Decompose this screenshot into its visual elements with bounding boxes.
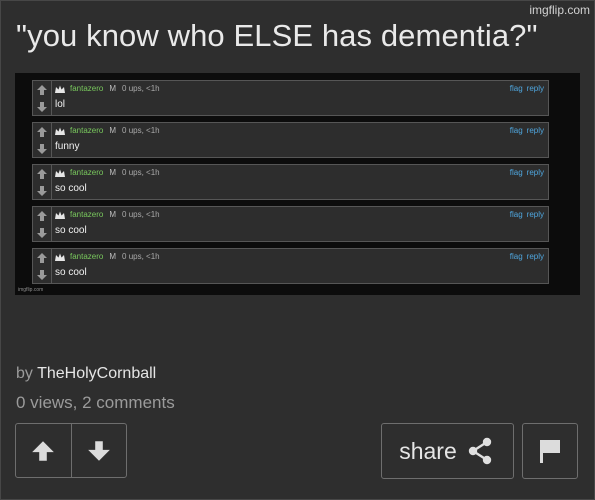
view-comment-stats: 0 views, 2 comments <box>16 393 175 412</box>
comment-downvote[interactable] <box>33 224 51 241</box>
upvote-button[interactable] <box>16 424 71 477</box>
flag-link[interactable]: flag <box>510 84 523 93</box>
share-label: share <box>399 437 457 464</box>
comment-stats: 0 ups, <1h <box>122 84 160 93</box>
comment-upvote[interactable] <box>33 165 51 182</box>
comment-meta: fantazero M 0 ups, <1h <box>55 126 160 135</box>
arrow-down-icon <box>37 227 47 238</box>
comment-votes <box>33 165 52 199</box>
comment-meta: fantazero M 0 ups, <1h <box>55 210 160 219</box>
flag-link[interactable]: flag <box>510 168 523 177</box>
vote-buttons <box>15 423 127 478</box>
comment-username[interactable]: fantazero <box>70 84 103 93</box>
comment-stats: 0 ups, <1h <box>122 210 160 219</box>
meme-image[interactable]: fantazero M 0 ups, <1h flag reply lol fantazer… <box>15 73 580 295</box>
arrow-down-icon <box>37 269 47 280</box>
flag-icon <box>540 440 560 463</box>
mod-badge: M <box>109 252 117 261</box>
arrow-up-icon <box>37 210 47 221</box>
comment-username[interactable]: fantazero <box>70 168 103 177</box>
share-icon <box>464 435 496 467</box>
reply-link[interactable]: reply <box>527 252 544 261</box>
comment-text: so cool <box>55 225 87 236</box>
comment-downvote[interactable] <box>33 182 51 199</box>
comment-votes <box>33 123 52 157</box>
downvote-button[interactable] <box>70 424 127 477</box>
author-link[interactable]: TheHolyCornball <box>37 365 156 382</box>
comment-item: fantazero M 0 ups, <1h flag reply so cool <box>32 164 549 200</box>
mod-badge: M <box>109 126 117 135</box>
comment-votes <box>33 81 52 115</box>
arrow-up-icon <box>32 440 55 461</box>
comment-upvote[interactable] <box>33 249 51 266</box>
comment-meta: fantazero M 0 ups, <1h <box>55 168 160 177</box>
comment-votes <box>33 207 52 241</box>
comment-text: funny <box>55 141 80 152</box>
comment-downvote[interactable] <box>33 98 51 115</box>
crown-icon <box>55 169 65 177</box>
flag-button[interactable] <box>522 423 578 479</box>
comment-meta: fantazero M 0 ups, <1h <box>55 252 160 261</box>
reply-link[interactable]: reply <box>527 126 544 135</box>
comment-actions: flag reply <box>506 168 544 177</box>
arrow-up-icon <box>37 168 47 179</box>
mod-badge: M <box>109 168 117 177</box>
comment-username[interactable]: fantazero <box>70 252 103 261</box>
flag-link[interactable]: flag <box>510 252 523 261</box>
comment-actions: flag reply <box>506 210 544 219</box>
flag-link[interactable]: flag <box>510 126 523 135</box>
crown-icon <box>55 127 65 135</box>
comment-username[interactable]: fantazero <box>70 126 103 135</box>
comment-upvote[interactable] <box>33 123 51 140</box>
flag-link[interactable]: flag <box>510 210 523 219</box>
comment-votes <box>33 249 52 283</box>
arrow-up-icon <box>37 252 47 263</box>
comment-text: lol <box>55 99 66 110</box>
crown-icon <box>55 85 65 93</box>
arrow-down-icon <box>37 101 47 112</box>
byline-prefix: by <box>16 365 33 382</box>
comment-upvote[interactable] <box>33 81 51 98</box>
mod-badge: M <box>109 84 117 93</box>
comment-text: so cool <box>55 183 87 194</box>
site-watermark: imgflip.com <box>529 3 590 17</box>
comment-item: fantazero M 0 ups, <1h flag reply funny <box>32 122 549 158</box>
comment-username[interactable]: fantazero <box>70 210 103 219</box>
reply-link[interactable]: reply <box>527 84 544 93</box>
comment-actions: flag reply <box>506 84 544 93</box>
comment-item: fantazero M 0 ups, <1h flag reply so cool <box>32 248 549 284</box>
comment-actions: flag reply <box>506 252 544 261</box>
comment-stats: 0 ups, <1h <box>122 126 160 135</box>
arrow-up-icon <box>37 126 47 137</box>
comment-meta: fantazero M 0 ups, <1h <box>55 84 160 93</box>
reply-link[interactable]: reply <box>527 210 544 219</box>
arrow-down-icon <box>37 143 47 154</box>
byline: by TheHolyCornball <box>16 365 156 383</box>
page-title: "you know who ELSE has dementia?" <box>16 18 538 53</box>
comment-upvote[interactable] <box>33 207 51 224</box>
reply-link[interactable]: reply <box>527 168 544 177</box>
arrow-up-icon <box>37 84 47 95</box>
comment-actions: flag reply <box>506 126 544 135</box>
comment-item: fantazero M 0 ups, <1h flag reply lol <box>32 80 549 116</box>
arrow-down-icon <box>87 440 110 461</box>
arrow-down-icon <box>37 185 47 196</box>
share-button[interactable]: share <box>381 423 514 479</box>
comment-stats: 0 ups, <1h <box>122 252 160 261</box>
comment-downvote[interactable] <box>33 266 51 283</box>
mod-badge: M <box>109 210 117 219</box>
crown-icon <box>55 211 65 219</box>
comment-text: so cool <box>55 267 87 278</box>
comment-downvote[interactable] <box>33 140 51 157</box>
image-watermark: imgflip.com <box>18 287 44 293</box>
crown-icon <box>55 253 65 261</box>
comment-stats: 0 ups, <1h <box>122 168 160 177</box>
comment-item: fantazero M 0 ups, <1h flag reply so cool <box>32 206 549 242</box>
